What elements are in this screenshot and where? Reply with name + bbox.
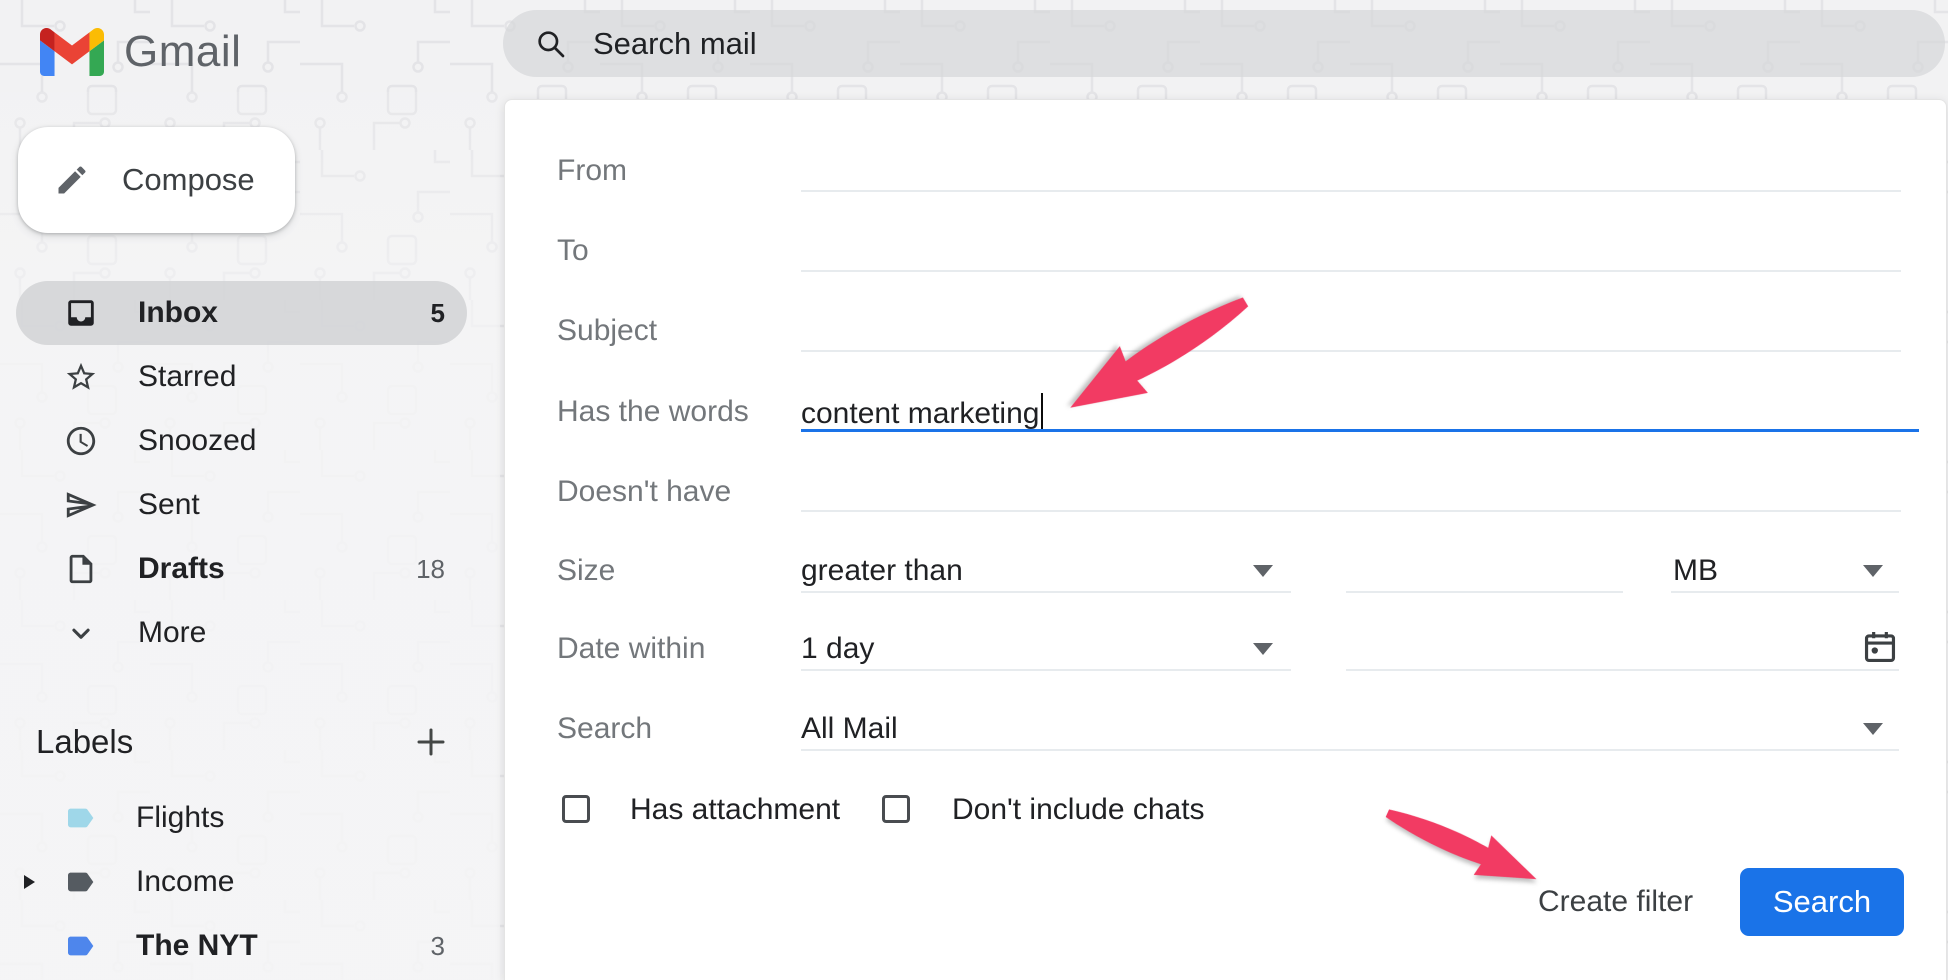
size-label: Size xyxy=(557,554,615,588)
has-words-input[interactable]: content marketing xyxy=(801,393,1043,431)
search-bar[interactable]: Search mail xyxy=(503,10,1945,77)
chevron-down-icon xyxy=(1863,723,1883,735)
unread-count: 5 xyxy=(431,298,445,329)
doesnt-have-input[interactable] xyxy=(801,510,1901,512)
has-words-label: Has the words xyxy=(557,395,749,429)
size-unit-underline xyxy=(1671,591,1899,593)
subject-input[interactable] xyxy=(801,350,1901,352)
search-scope-underline xyxy=(801,749,1899,751)
labels-header: Labels xyxy=(36,723,133,761)
sidebar-item-label: Starred xyxy=(138,360,405,394)
search-filter-panel: From To Subject Has the words content ma… xyxy=(504,99,1947,980)
sidebar-label-flights[interactable]: Flights xyxy=(16,786,467,850)
expand-arrow-icon[interactable] xyxy=(24,875,35,889)
search-scope-label: Search xyxy=(557,712,652,746)
has-attachment-label: Has attachment xyxy=(630,793,840,827)
tag-icon xyxy=(64,866,96,898)
create-filter-link[interactable]: Create filter xyxy=(1538,885,1693,919)
drafts-count: 18 xyxy=(416,554,445,585)
sidebar-item-drafts[interactable]: Drafts 18 xyxy=(16,537,467,601)
sidebar-item-label: More xyxy=(138,616,405,650)
sidebar-item-more[interactable]: More xyxy=(16,601,467,665)
chevron-down-icon xyxy=(1253,643,1273,655)
dont-include-chats-checkbox[interactable] xyxy=(882,795,910,823)
star-icon xyxy=(64,360,98,394)
search-placeholder: Search mail xyxy=(593,26,757,62)
calendar-icon[interactable] xyxy=(1861,628,1899,666)
sidebar-item-label: Snoozed xyxy=(138,424,405,458)
search-scope-select[interactable]: All Mail xyxy=(801,712,898,746)
sidebar-item-label: Inbox xyxy=(138,296,391,330)
pencil-icon xyxy=(54,162,90,198)
search-icon xyxy=(535,28,567,60)
date-within-select[interactable]: 1 day xyxy=(801,632,874,666)
sidebar-item-label: Sent xyxy=(138,488,405,522)
send-icon xyxy=(64,488,98,522)
sidebar-item-starred[interactable]: Starred xyxy=(16,345,467,409)
size-operator-underline xyxy=(801,591,1291,593)
date-within-label: Date within xyxy=(557,632,705,666)
chevron-down-icon xyxy=(1863,565,1883,577)
subject-label: Subject xyxy=(557,314,657,348)
search-button[interactable]: Search xyxy=(1740,868,1904,936)
has-words-underline xyxy=(801,429,1919,432)
has-attachment-checkbox[interactable] xyxy=(562,795,590,823)
compose-label: Compose xyxy=(122,162,255,198)
date-within-underline xyxy=(801,669,1291,671)
chevron-down-icon xyxy=(1253,565,1273,577)
sidebar-item-inbox[interactable]: Inbox 5 xyxy=(16,281,467,345)
draft-file-icon xyxy=(64,552,98,586)
gmail-m-icon xyxy=(40,28,104,76)
inbox-icon xyxy=(64,296,98,330)
date-input[interactable] xyxy=(1346,669,1899,671)
doesnt-have-label: Doesn't have xyxy=(557,475,731,509)
to-label: To xyxy=(557,234,589,268)
from-label: From xyxy=(557,154,627,188)
sidebar-label-income[interactable]: Income xyxy=(16,850,467,914)
size-operator-select[interactable]: greater than xyxy=(801,554,963,588)
label-name: Income xyxy=(136,865,405,899)
label-count: 3 xyxy=(431,931,445,962)
has-words-value: content marketing xyxy=(801,397,1039,430)
add-label-icon[interactable] xyxy=(413,724,449,760)
to-input[interactable] xyxy=(801,270,1901,272)
compose-button[interactable]: Compose xyxy=(18,127,295,233)
from-input[interactable] xyxy=(801,190,1901,192)
sidebar-item-label: Drafts xyxy=(138,552,376,586)
sidebar-item-snoozed[interactable]: Snoozed xyxy=(16,409,467,473)
sidebar-item-sent[interactable]: Sent xyxy=(16,473,467,537)
tag-icon xyxy=(64,930,96,962)
text-cursor xyxy=(1041,393,1043,431)
size-value-input[interactable] xyxy=(1346,591,1623,593)
gmail-logo: Gmail xyxy=(40,27,241,77)
clock-icon xyxy=(64,424,98,458)
label-name: The NYT xyxy=(136,929,391,963)
tag-icon xyxy=(64,802,96,834)
label-name: Flights xyxy=(136,801,405,835)
dont-include-chats-label: Don't include chats xyxy=(952,793,1205,827)
gmail-wordmark: Gmail xyxy=(124,27,241,77)
chevron-down-icon xyxy=(64,616,98,650)
sidebar-label-the-nyt[interactable]: The NYT 3 xyxy=(16,914,467,978)
size-unit-select[interactable]: MB xyxy=(1673,554,1718,588)
